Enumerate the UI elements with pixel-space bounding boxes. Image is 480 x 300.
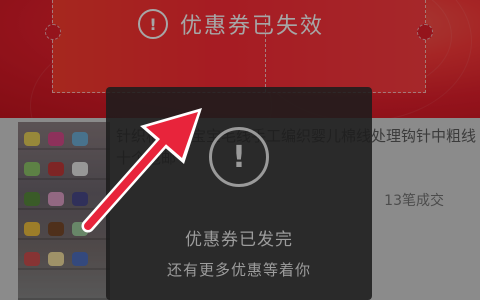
red-arrow-icon — [81, 108, 202, 233]
screen: ! 优惠券已失效 针织棉线绒宝宝毛线手工编织婴儿棉线处理钩针中粗线十个包邮 13… — [0, 0, 480, 300]
